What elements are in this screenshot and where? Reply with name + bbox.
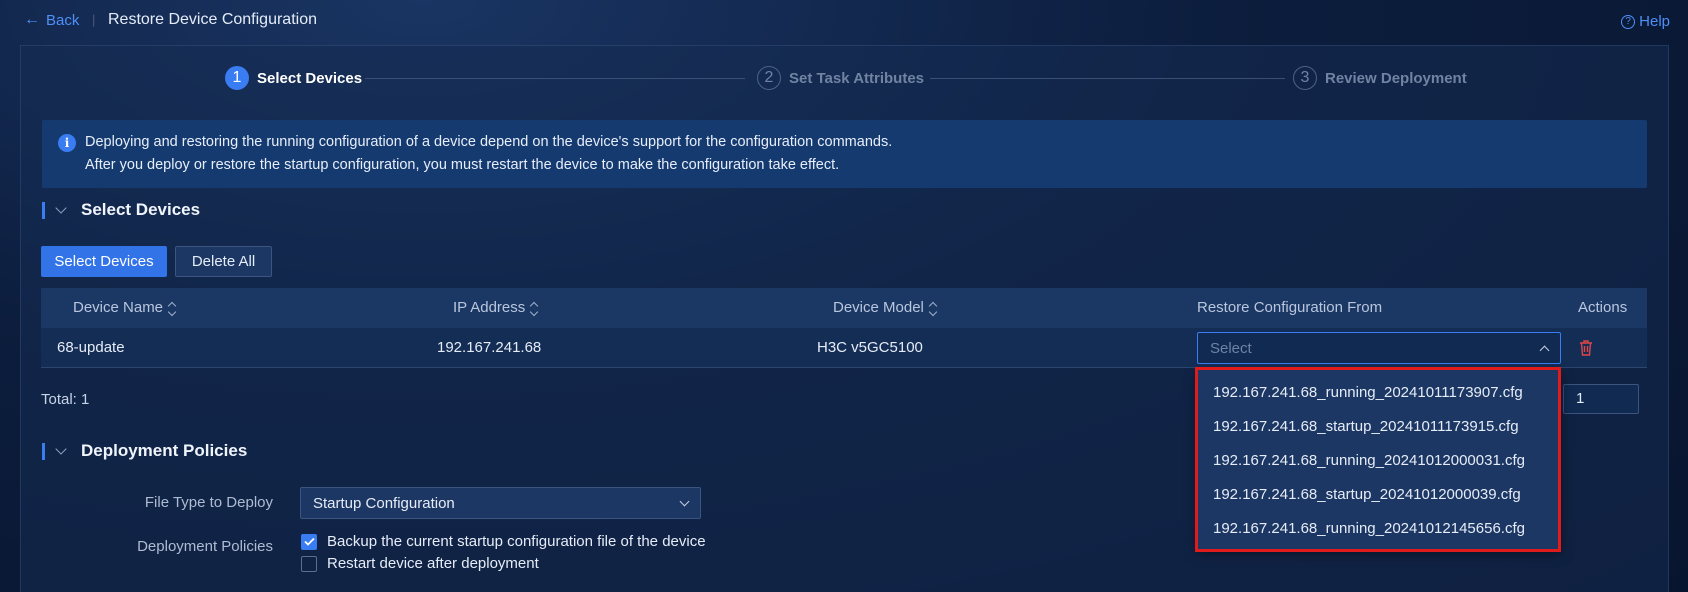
step-number: 2 — [757, 66, 781, 90]
select-devices-section-header[interactable]: Select Devices — [42, 200, 200, 220]
column-header-actions: Actions — [1578, 299, 1627, 316]
info-icon: i — [58, 134, 76, 152]
chevron-down-icon[interactable] — [55, 443, 67, 455]
checkbox-unchecked[interactable] — [301, 555, 317, 572]
checkbox-label: Restart device after deployment — [327, 555, 539, 572]
dropdown-option[interactable]: 192.167.241.68_running_20241011173907.cf… — [1213, 384, 1523, 401]
chevron-down-icon[interactable] — [55, 202, 67, 214]
column-header-ip-address[interactable]: IP Address — [453, 299, 539, 316]
step-connector — [930, 78, 1285, 79]
step-review-deployment: 3 Review Deployment — [1293, 66, 1467, 90]
column-header-device-name[interactable]: Device Name — [73, 299, 177, 316]
step-label: Select Devices — [257, 69, 363, 87]
step-number: 1 — [225, 66, 249, 90]
deployment-policies-section-header[interactable]: Deployment Policies — [42, 441, 247, 461]
column-label: Restore Configuration From — [1197, 299, 1383, 316]
trash-icon[interactable] — [1578, 339, 1594, 357]
chevron-down-icon — [679, 496, 690, 507]
section-title: Deployment Policies — [81, 441, 248, 460]
column-label: IP Address — [453, 299, 526, 316]
policy-restart-option[interactable]: Restart device after deployment — [301, 555, 539, 572]
checkbox-label: Backup the current startup configuration… — [327, 533, 706, 550]
step-set-task-attributes: 2 Set Task Attributes — [757, 66, 924, 90]
info-text-line-1: Deploying and restoring the running conf… — [85, 134, 893, 150]
page-number-input[interactable]: 1 — [1563, 384, 1639, 414]
section-accent-bar — [42, 442, 45, 460]
step-select-devices: 1 Select Devices — [225, 66, 362, 90]
sort-icon[interactable] — [530, 301, 539, 316]
file-type-value: Startup Configuration — [313, 495, 455, 512]
step-label: Set Task Attributes — [789, 69, 925, 87]
deployment-policies-label: Deployment Policies — [137, 538, 273, 555]
table-total: Total: 1 — [41, 391, 90, 408]
restore-config-select[interactable]: Select — [1197, 332, 1561, 364]
step-connector — [365, 78, 745, 79]
sort-icon[interactable] — [928, 301, 938, 316]
policy-backup-option[interactable]: Backup the current startup configuration… — [301, 533, 706, 550]
file-type-select[interactable]: Startup Configuration — [300, 487, 701, 519]
select-placeholder: Select — [1210, 340, 1252, 357]
dropdown-option[interactable]: 192.167.241.68_startup_20241011173915.cf… — [1213, 418, 1519, 435]
step-number: 3 — [1293, 66, 1317, 90]
step-label: Review Deployment — [1325, 69, 1467, 87]
cell-device-name: 68-update — [57, 339, 125, 356]
checkbox-checked[interactable] — [301, 533, 317, 550]
dropdown-option[interactable]: 192.167.241.68_running_20241012000031.cf… — [1213, 452, 1525, 469]
delete-all-button[interactable]: Delete All — [175, 246, 272, 277]
table-header: Device Name IP Address Device Model Rest… — [41, 288, 1647, 328]
check-icon — [303, 537, 315, 546]
dropdown-option[interactable]: 192.167.241.68_startup_20241012000039.cf… — [1213, 486, 1521, 503]
section-title: Select Devices — [81, 200, 201, 219]
info-text-line-2: After you deploy or restore the startup … — [85, 157, 840, 173]
info-banner: i Deploying and restoring the running co… — [42, 120, 1647, 188]
column-label: Actions — [1578, 299, 1628, 316]
restore-config-dropdown: 192.167.241.68_running_20241011173907.cf… — [1197, 369, 1561, 550]
step-indicator: 1 Select Devices 2 Set Task Attributes 3… — [0, 0, 1688, 110]
column-label: Device Model — [833, 299, 924, 316]
file-type-label: File Type to Deploy — [144, 494, 273, 511]
sort-icon[interactable] — [167, 301, 177, 316]
dropdown-option[interactable]: 192.167.241.68_running_20241012145656.cf… — [1213, 520, 1525, 537]
chevron-up-icon — [1539, 345, 1550, 356]
column-label: Device Name — [73, 299, 164, 316]
cell-device-model: H3C v5GC5100 — [817, 339, 923, 356]
section-accent-bar — [42, 201, 45, 219]
select-devices-button[interactable]: Select Devices — [41, 246, 167, 277]
column-header-device-model[interactable]: Device Model — [833, 299, 938, 316]
cell-ip-address: 192.167.241.68 — [437, 339, 542, 356]
column-header-restore-from: Restore Configuration From — [1197, 299, 1382, 316]
